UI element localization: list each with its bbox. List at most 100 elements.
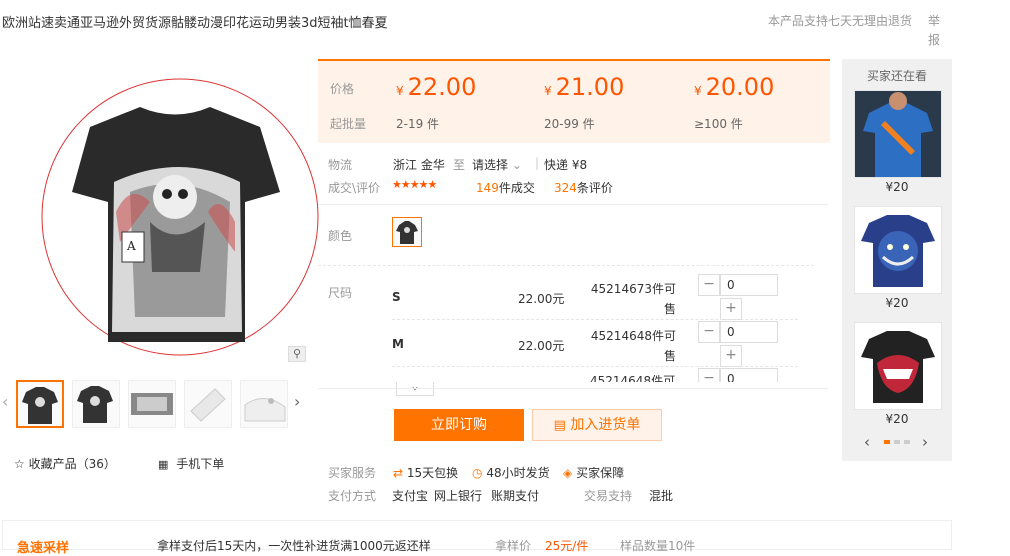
divider	[318, 265, 814, 266]
sample-bar: 急速采样 拿样支付后15天内，一次性补进货满1000元返还样 拿样价 25元/件…	[2, 520, 952, 556]
size-name: M	[392, 337, 404, 351]
shield-icon: ◈	[563, 466, 573, 480]
size-stock: 45214673件可售	[590, 282, 676, 316]
size-stock: 45214648件可售	[590, 329, 676, 363]
product-title: 欧洲站速卖通亚马逊外贸货源骷髅动漫印花运动男装3d短袖t恤春夏	[2, 16, 388, 31]
qty-tier-3: ≥100 件	[694, 117, 743, 131]
qty-tier-1: 2-19 件	[396, 117, 440, 131]
price-box: 价格 起批量 ¥22.00 2-19 件 ¥21.00 20-99 件 ¥20.…	[318, 59, 830, 143]
price-tier-3: ¥20.00	[694, 73, 775, 101]
divider: |	[535, 156, 540, 170]
recommended-price: ¥20	[885, 412, 909, 426]
payment-method: 支付宝	[392, 489, 429, 503]
thumbnail[interactable]	[72, 380, 120, 428]
svg-text:A: A	[126, 239, 136, 253]
minus-button[interactable]: −	[698, 274, 720, 296]
color-label: 颜色	[328, 229, 353, 243]
carousel-dot-active[interactable]	[884, 440, 890, 444]
divider	[318, 204, 828, 205]
plus-button[interactable]: +	[720, 298, 742, 320]
service-label: 买家服务	[328, 466, 377, 480]
trade-value: 混批	[649, 489, 674, 503]
size-name: S	[392, 290, 401, 304]
expand-sizes-button[interactable]: ⌄	[396, 379, 434, 396]
sidebar-title: 买家还在看	[866, 69, 927, 83]
payment-method: 账期支付	[491, 489, 540, 503]
chevron-down-icon: ⌄	[409, 379, 421, 393]
star-outline-icon: ☆	[14, 457, 25, 471]
recommended-product[interactable]	[854, 206, 942, 294]
also-viewed-sidebar: 买家还在看 ¥20 ¥20 ¥20 ‹ ›	[842, 59, 952, 461]
add-cart-label: 加入进货单	[570, 417, 641, 433]
ship-from: 浙江 金华	[393, 158, 445, 172]
thumbnail[interactable]	[240, 380, 288, 428]
order-now-button[interactable]: 立即订购	[394, 409, 524, 441]
clock-icon: ◷	[472, 466, 483, 480]
size-stock: 45214648件可	[590, 374, 676, 382]
moq-label: 起批量	[330, 117, 367, 131]
recommended-price: ¥20	[885, 296, 909, 310]
qr-code-icon: ▦	[158, 458, 169, 471]
mobile-order-button[interactable]: ▦ 手机下单	[158, 455, 224, 472]
service-shipping[interactable]: ◷ 48小时发货	[472, 464, 550, 481]
thumbnail[interactable]	[184, 380, 232, 428]
recommended-price: ¥20	[885, 180, 909, 194]
recommended-product[interactable]	[854, 322, 942, 410]
express-fee: 快递 ¥8	[544, 158, 588, 172]
logistics-label: 物流	[328, 158, 353, 172]
add-to-cart-button[interactable]: ▤ 加入进货单	[532, 409, 662, 441]
report-link[interactable]: 举报	[928, 12, 944, 50]
thumbnail[interactable]	[128, 380, 176, 428]
price-tier-2: ¥21.00	[544, 73, 625, 101]
quantity-input[interactable]: 0	[720, 274, 778, 296]
carousel-dot[interactable]	[904, 440, 910, 444]
service-exchange[interactable]: ⇄ 15天包换	[393, 464, 458, 481]
thumbnail[interactable]	[16, 380, 64, 428]
size-price: 22.00元	[518, 339, 565, 353]
service-protection[interactable]: ◈ 买家保障	[563, 464, 624, 481]
sample-text: 拿样支付后15天内，一次性补进货满1000元返还样	[157, 539, 431, 553]
thumb-next-arrow-icon[interactable]: ›	[294, 392, 300, 411]
thumbnail-strip: ‹ ›	[0, 378, 310, 430]
sample-price-label: 拿样价	[495, 539, 532, 553]
sidebar-prev-icon[interactable]: ‹	[864, 433, 870, 451]
rating-stars-icon: ★★★★★	[392, 178, 437, 191]
exchange-icon: ⇄	[393, 466, 404, 480]
size-price: 22.00元	[518, 292, 565, 306]
sidebar-next-icon[interactable]: ›	[922, 433, 928, 451]
clipboard-icon: ▤	[553, 418, 566, 433]
payment-method: 网上银行	[434, 489, 483, 503]
quantity-input[interactable]: 0	[720, 368, 778, 382]
minus-button[interactable]: −	[698, 321, 720, 343]
recommended-product[interactable]	[854, 90, 942, 178]
main-product-image[interactable]: A	[30, 72, 320, 362]
price-tier-1: ¥22.00	[396, 73, 477, 101]
qty-tier-2: 20-99 件	[544, 117, 595, 131]
color-option[interactable]	[392, 217, 422, 247]
sample-brand: 急速采样	[17, 541, 70, 556]
ship-to-word: 至	[453, 158, 466, 172]
carousel-dot[interactable]	[894, 440, 900, 444]
trade-label: 交易支持	[584, 489, 633, 503]
minus-button[interactable]: −	[698, 368, 720, 382]
return-policy: 本产品支持七天无理由退货	[768, 14, 913, 28]
sample-price: 25元/件	[545, 539, 589, 553]
favorite-button[interactable]: ☆ 收藏产品（36）	[14, 455, 116, 472]
price-label: 价格	[330, 82, 355, 96]
chevron-down-icon: ⌄	[511, 158, 522, 172]
thumb-prev-arrow-icon[interactable]: ‹	[2, 392, 8, 411]
size-table: S 22.00元 45214673件可售 − 0 + M 22.00元 4521…	[318, 270, 818, 382]
divider	[392, 366, 798, 367]
divider	[318, 388, 828, 389]
sample-qty: 样品数量10件	[620, 539, 696, 553]
deals-count[interactable]: 149件成交	[476, 179, 535, 196]
payment-label: 支付方式	[328, 489, 377, 503]
reviews-label: 成交\评价	[328, 181, 381, 195]
magnifier-icon[interactable]: ⚲	[288, 346, 306, 362]
plus-button[interactable]: +	[720, 345, 742, 367]
quantity-input[interactable]: 0	[720, 321, 778, 343]
mobile-order-label: 手机下单	[176, 457, 225, 471]
favorite-label: 收藏产品（36）	[28, 457, 116, 471]
destination-select[interactable]: 请选择 ⌄	[472, 156, 522, 173]
reviews-count[interactable]: 324条评价	[554, 179, 613, 196]
